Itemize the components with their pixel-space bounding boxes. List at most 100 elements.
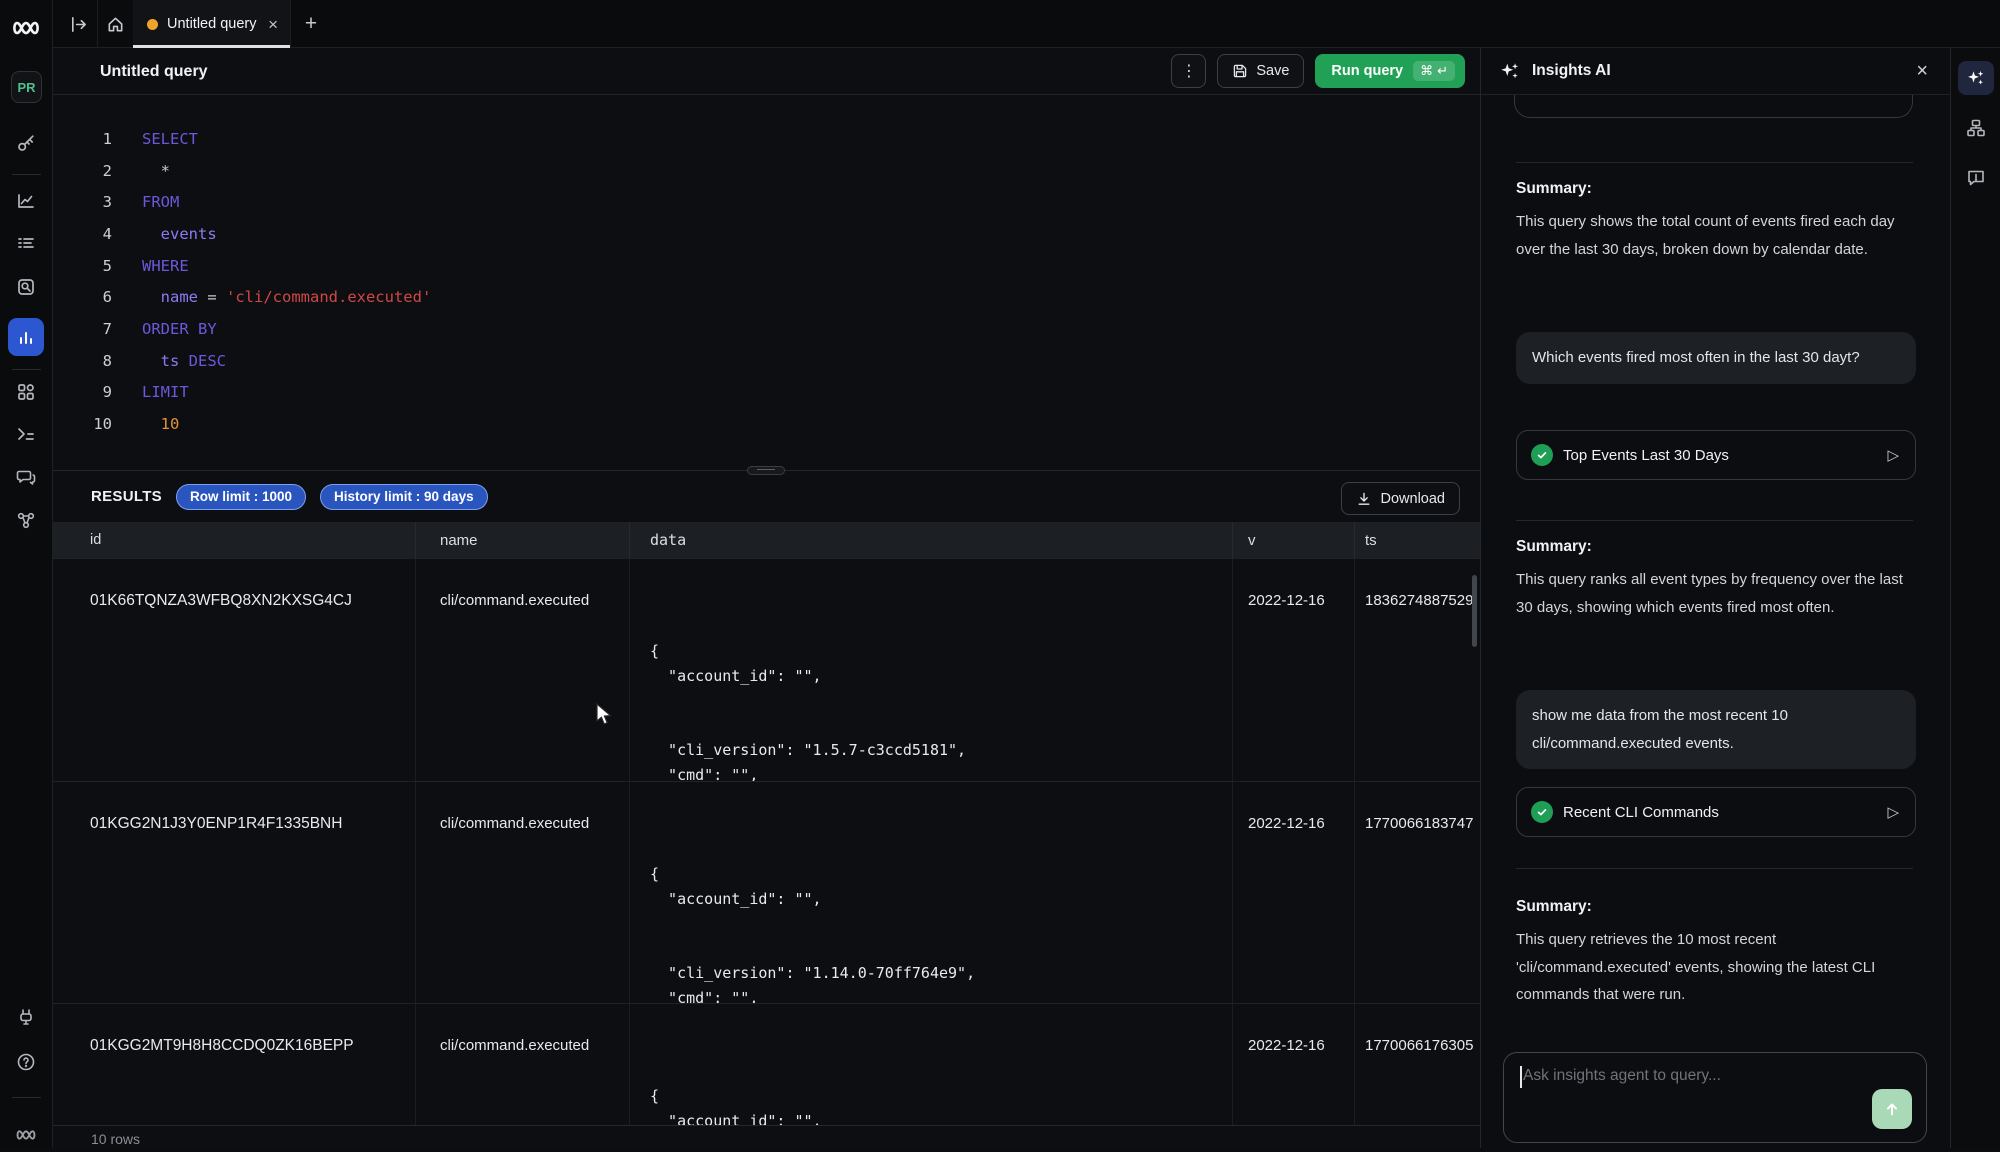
new-tab-icon[interactable]: + bbox=[291, 0, 331, 48]
cell-data: { "account_id": "", "cli_version": "1.14… bbox=[630, 782, 1233, 1003]
results-toolbar: RESULTS Row limit : 1000 History limit :… bbox=[53, 471, 1480, 522]
sidebar-footer-logo-icon[interactable] bbox=[8, 1118, 44, 1152]
close-icon[interactable]: × bbox=[1916, 48, 1928, 95]
query-menu-button[interactable]: ⋮ bbox=[1171, 54, 1206, 88]
table-row[interactable]: 01KGG2MT9H8H8CCDQ0ZK16BEPP cli/command.e… bbox=[53, 1003, 1480, 1125]
rail-feedback-icon[interactable] bbox=[1958, 160, 1994, 194]
insights-input-box[interactable] bbox=[1503, 1052, 1927, 1143]
results-table: id name data v ts 01K66TQNZA3WFBQ8XN2KXS… bbox=[53, 522, 1480, 1125]
download-button[interactable]: Download bbox=[1341, 482, 1461, 515]
app-logo-icon[interactable] bbox=[11, 17, 41, 39]
cell-name: cli/command.executed bbox=[416, 782, 630, 1003]
sql-editor[interactable]: 1SELECT 2 * 3FROM 4 events 5WHERE 6 name… bbox=[53, 95, 1480, 470]
table-row[interactable]: 01KGG2N1J3Y0ENP1R4F1335BNH cli/command.e… bbox=[53, 781, 1480, 1003]
rail-insights-ai-icon[interactable] bbox=[1958, 61, 1994, 95]
code-line: 5WHERE bbox=[53, 250, 1480, 282]
card-label: Recent CLI Commands bbox=[1563, 804, 1719, 821]
tab-untitled-query[interactable]: Untitled query × bbox=[133, 0, 290, 48]
sidebar-expand-icon[interactable] bbox=[60, 0, 96, 48]
sidebar-item-metrics[interactable] bbox=[8, 318, 44, 356]
sidebar-item-help[interactable] bbox=[8, 1045, 44, 1079]
check-icon bbox=[1531, 801, 1553, 823]
text-caret bbox=[1520, 1066, 1522, 1088]
sidebar-divider bbox=[12, 174, 41, 175]
suggested-query-card[interactable]: Top Events Last 30 Days ▷ bbox=[1516, 430, 1916, 480]
tab-label: Untitled query bbox=[167, 16, 256, 32]
sparkles-icon bbox=[1499, 60, 1521, 82]
column-header-id[interactable]: id bbox=[53, 522, 416, 558]
code-line: 2 * bbox=[53, 155, 1480, 187]
unsaved-dot-icon bbox=[147, 19, 158, 30]
table-header: id name data v ts bbox=[53, 522, 1480, 558]
sidebar-item-explore[interactable] bbox=[8, 270, 44, 304]
cell-ts: 1770066176305 bbox=[1355, 1004, 1480, 1125]
card-label: Top Events Last 30 Days bbox=[1563, 447, 1729, 464]
scrolled-card-bottom bbox=[1514, 95, 1913, 118]
section-divider bbox=[1516, 868, 1913, 869]
column-header-name[interactable]: name bbox=[416, 522, 630, 558]
sidebar-item-insights-chart[interactable] bbox=[8, 184, 44, 218]
insights-title: Insights AI bbox=[1532, 62, 1611, 80]
summary-label: Summary: bbox=[1516, 180, 1592, 198]
cell-ts: 1836274887529 bbox=[1355, 559, 1480, 781]
column-header-data[interactable]: data bbox=[630, 522, 1233, 558]
summary-text: This query ranks all event types by freq… bbox=[1516, 566, 1904, 621]
sidebar-item-integrations[interactable] bbox=[8, 503, 44, 537]
user-message: show me data from the most recent 10 cli… bbox=[1516, 690, 1916, 769]
cell-name: cli/command.executed bbox=[416, 559, 630, 781]
app-sidebar: PR bbox=[0, 0, 53, 1148]
check-icon bbox=[1531, 444, 1553, 466]
save-button[interactable]: Save bbox=[1217, 54, 1304, 88]
row-limit-badge[interactable]: Row limit : 1000 bbox=[176, 484, 306, 510]
sidebar-item-keys[interactable] bbox=[8, 126, 44, 160]
home-tab-icon[interactable] bbox=[98, 0, 133, 48]
table-row[interactable]: 01K66TQNZA3WFBQ8XN2KXSG4CJ cli/command.e… bbox=[53, 558, 1480, 781]
sidebar-item-chat[interactable] bbox=[8, 460, 44, 494]
summary-label: Summary: bbox=[1516, 538, 1592, 556]
row-count-status: 10 rows bbox=[53, 1125, 1480, 1148]
rail-schema-tree-icon[interactable] bbox=[1958, 111, 1994, 145]
cell-id: 01K66TQNZA3WFBQ8XN2KXSG4CJ bbox=[53, 559, 416, 781]
suggested-query-card[interactable]: Recent CLI Commands ▷ bbox=[1516, 787, 1916, 837]
user-message: Which events fired most often in the las… bbox=[1516, 332, 1916, 384]
cell-v: 2022-12-16 bbox=[1233, 1004, 1355, 1125]
sidebar-item-terminal[interactable] bbox=[8, 417, 44, 451]
summary-text: This query retrieves the 10 most recent … bbox=[1516, 926, 1904, 1009]
run-query-button[interactable]: Run query ⌘↵ bbox=[1315, 54, 1465, 88]
cell-v: 2022-12-16 bbox=[1233, 782, 1355, 1003]
save-icon bbox=[1232, 63, 1248, 79]
code-line: 10 10 bbox=[53, 408, 1480, 440]
play-icon[interactable]: ▷ bbox=[1887, 803, 1899, 821]
results-label: RESULTS bbox=[91, 488, 162, 505]
download-icon bbox=[1356, 491, 1372, 507]
code-line: 4 events bbox=[53, 218, 1480, 250]
summary-text: This query shows the total count of even… bbox=[1516, 208, 1904, 263]
workspace-badge[interactable]: PR bbox=[11, 71, 42, 103]
cell-data: { "account_id": "", "cli_version": "1.5.… bbox=[630, 559, 1233, 781]
play-icon[interactable]: ▷ bbox=[1887, 446, 1899, 464]
sidebar-item-apps[interactable] bbox=[8, 375, 44, 409]
send-button[interactable] bbox=[1872, 1089, 1912, 1129]
table-scrollbar[interactable] bbox=[1472, 575, 1477, 647]
history-limit-badge[interactable]: History limit : 90 days bbox=[320, 484, 488, 510]
code-line: 8 ts DESC bbox=[53, 345, 1480, 377]
sidebar-item-plugins[interactable] bbox=[8, 1000, 44, 1034]
section-divider bbox=[1516, 162, 1913, 163]
cell-data: { "account_id": "", "cli_version": "1.14… bbox=[630, 1004, 1233, 1125]
sidebar-divider bbox=[12, 1097, 41, 1098]
column-header-ts[interactable]: ts bbox=[1355, 522, 1480, 558]
insights-ai-panel: Insights AI × Summary: This query shows … bbox=[1480, 48, 1950, 1148]
tab-close-icon[interactable]: × bbox=[268, 16, 278, 33]
insights-input[interactable] bbox=[1504, 1053, 1926, 1142]
arrow-up-icon bbox=[1883, 1100, 1901, 1118]
sidebar-item-logs[interactable] bbox=[8, 226, 44, 260]
cell-v: 2022-12-16 bbox=[1233, 559, 1355, 781]
save-label: Save bbox=[1256, 63, 1289, 79]
code-line: 7ORDER BY bbox=[53, 313, 1480, 345]
section-divider bbox=[1516, 520, 1913, 521]
right-icon-rail bbox=[1950, 48, 2000, 1148]
code-line: 9LIMIT bbox=[53, 377, 1480, 409]
insights-header: Insights AI × bbox=[1481, 48, 1950, 95]
column-header-v[interactable]: v bbox=[1233, 522, 1355, 558]
cell-name: cli/command.executed bbox=[416, 1004, 630, 1125]
